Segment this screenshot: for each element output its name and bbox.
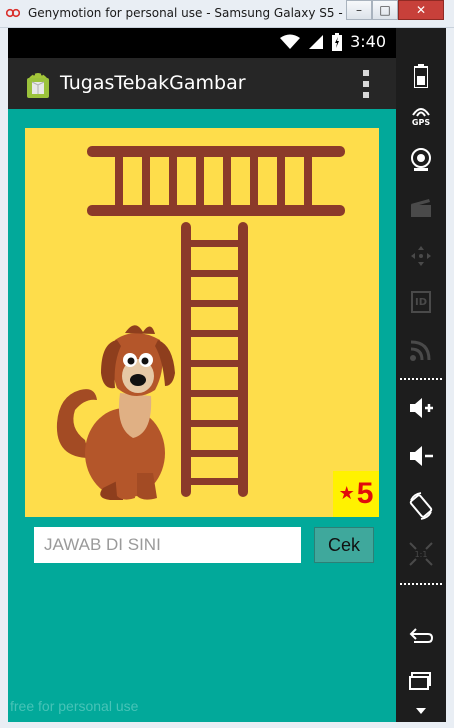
window-titlebar: Genymotion for personal use - Samsung Ga… (0, 0, 454, 28)
watermark-text: free for personal use (10, 698, 139, 714)
app-title: TugasTebakGambar (60, 72, 246, 94)
back-button[interactable] (396, 618, 446, 654)
screencast-widget-button[interactable] (396, 190, 446, 226)
check-button[interactable]: Cek (314, 527, 374, 563)
camera-widget-button[interactable] (396, 142, 446, 178)
webcam-icon (411, 148, 431, 171)
volume-down-button[interactable] (396, 438, 446, 474)
status-bar: 3:40 (8, 28, 396, 58)
gps-label: GPS (411, 118, 431, 127)
cast-widget-button[interactable] (396, 332, 446, 368)
star-icon: ★ (338, 483, 355, 504)
answer-input[interactable] (34, 527, 301, 563)
window-right-border (446, 28, 454, 728)
side-panel-separator-2 (400, 583, 442, 585)
android-app-icon (27, 73, 49, 98)
side-panel-separator (400, 378, 442, 380)
remote-control-widget-button[interactable] (396, 238, 446, 274)
level-number: 5 (356, 477, 374, 510)
recent-apps-button[interactable] (396, 664, 446, 700)
recent-apps-icon (409, 672, 431, 690)
back-arrow-icon (409, 628, 434, 643)
genymotion-side-panel: GPS ID 1:1 (396, 28, 446, 722)
genymotion-logo-icon (6, 8, 20, 18)
signal-icon (309, 34, 324, 49)
horizontal-ladder (87, 146, 345, 216)
gps-widget-button[interactable]: GPS (396, 98, 446, 134)
snakes-ladders-illustration (56, 146, 345, 500)
volume-up-icon (410, 398, 433, 418)
window-title: Genymotion for personal use - Samsung Ga… (28, 6, 348, 20)
maximize-button[interactable]: □ (372, 0, 398, 20)
clapperboard-icon (411, 199, 431, 217)
window-bottom-border (0, 722, 454, 728)
id-icon: ID (411, 291, 431, 313)
battery-icon (332, 32, 343, 51)
quiz-picture: ★ 5 (25, 128, 379, 517)
pixel-perfect-button[interactable]: 1:1 (396, 536, 446, 572)
dpad-icon (411, 246, 431, 266)
status-time: 3:40 (350, 32, 386, 51)
overflow-menu-icon[interactable] (360, 70, 372, 98)
battery-widget-button[interactable] (396, 56, 446, 96)
rotate-icon (409, 492, 433, 520)
device-screen: 3:40 TugasTebakGambar ★ 5 JAWAB DI SINI … (8, 28, 396, 722)
wifi-icon (280, 34, 301, 49)
rss-cast-icon (410, 340, 431, 361)
rotate-screen-button[interactable] (396, 486, 446, 526)
window-left-border (0, 28, 8, 728)
volume-down-icon (410, 446, 433, 466)
volume-up-button[interactable] (396, 390, 446, 426)
chevron-down-icon (416, 708, 426, 714)
minimize-button[interactable]: – (346, 0, 372, 20)
gps-icon (412, 108, 430, 117)
vertical-ladder (181, 222, 248, 497)
star-level-badge: ★ 5 (333, 471, 379, 517)
dog-illustration (56, 325, 175, 500)
close-button[interactable]: ✕ (398, 0, 444, 20)
svg-text:1:1: 1:1 (415, 550, 428, 559)
device-id-widget-button[interactable]: ID (396, 284, 446, 320)
scale-one-to-one-icon: 1:1 (409, 542, 433, 566)
expand-panel-button[interactable] (396, 704, 446, 718)
battery-widget-icon (414, 64, 428, 88)
action-bar: TugasTebakGambar (8, 58, 396, 109)
